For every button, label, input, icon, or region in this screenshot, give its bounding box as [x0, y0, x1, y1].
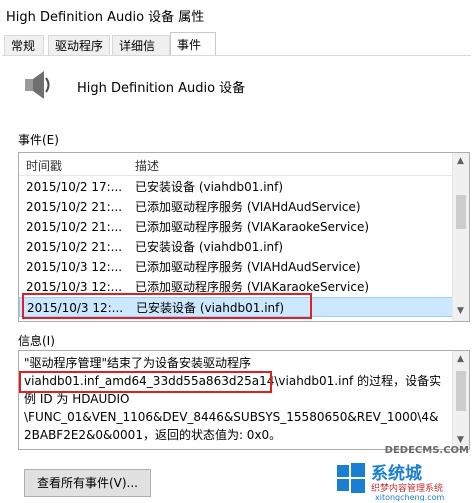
event-time: 2015/10/2 21:... [26, 220, 123, 234]
tab-driver[interactable]: 驱动程序 [48, 35, 110, 55]
device-name: High Definition Audio 设备 [77, 81, 246, 96]
event-row[interactable]: 2015/10/3 12:... 已添加驱动程序服务 (VIAHdAudServ… [19, 257, 454, 277]
info-text: "驱动程序管理"结束了为设备安装驱动程序 viahdb01.inf_amd64_… [24, 354, 444, 444]
scroll-thumb[interactable] [456, 195, 466, 229]
tab-events[interactable]: 事件 [170, 32, 216, 56]
watermark-url: xitongcheng.com [375, 493, 445, 501]
events-label: 事件(E) [18, 133, 59, 147]
speaker-icon [25, 71, 50, 99]
window-title: High Definition Audio 设备 属性 [6, 10, 205, 25]
event-description: 已添加驱动程序服务 (VIAKaraokeService) [135, 220, 370, 234]
event-time: 2015/10/3 12:... [26, 260, 123, 274]
column-header-timestamp[interactable]: 时间戳 [26, 157, 62, 174]
red-highlight-box [19, 371, 272, 393]
event-row[interactable]: 2015/10/2 21:... 已添加驱动程序服务 (VIAHdAudServ… [19, 197, 454, 217]
info-line-2-rest: \viahdb01.inf 的过程，设备实 [274, 374, 442, 388]
scroll-down-icon[interactable]: ▼ [457, 306, 464, 316]
red-highlight-box [22, 293, 312, 319]
tab-general[interactable]: 常规 [4, 35, 44, 55]
event-description: 已安装设备 (viahdb01.inf) [135, 240, 284, 254]
info-scrollbar[interactable]: ▲ ▼ [452, 351, 469, 449]
title-bar: High Definition Audio 设备 属性 [0, 0, 473, 30]
event-description: 已安装设备 (viahdb01.inf) [135, 180, 284, 194]
event-time: 2015/10/2 21:... [26, 200, 123, 214]
tab-details[interactable]: 详细信息 [112, 35, 170, 73]
info-text-box[interactable]: "驱动程序管理"结束了为设备安装驱动程序 viahdb01.inf_amd64_… [18, 350, 470, 450]
event-row[interactable]: 2015/10/2 17:... 已安装设备 (viahdb01.inf) [19, 177, 454, 197]
events-scrollbar[interactable]: ▲ ▼ [452, 153, 469, 321]
event-row[interactable]: 2015/10/2 21:... 已安装设备 (viahdb01.inf) [19, 237, 454, 257]
watermark-brand: 系统城 [371, 463, 422, 484]
info-line-4: \FUNC_01&VEN_1106&DEV_8446&SUBSYS_155806… [24, 410, 439, 424]
event-description: 已添加驱动程序服务 (VIAHdAudService) [135, 200, 361, 214]
event-row[interactable]: 2015/10/2 21:... 已添加驱动程序服务 (VIAKaraokeSe… [19, 217, 454, 237]
scroll-up-icon[interactable]: ▲ [457, 354, 464, 364]
windows-logo-icon [337, 463, 365, 493]
watermark-domain: DEDECMS.COM [384, 445, 469, 456]
event-description: 已添加驱动程序服务 (VIAHdAudService) [135, 260, 361, 274]
watermark-logo: 系统城 织梦内容管理系统 xitongcheng.com [337, 463, 445, 501]
scroll-down-icon[interactable]: ▼ [457, 435, 464, 445]
scroll-thumb[interactable] [456, 371, 466, 411]
info-line-1: "驱动程序管理"结束了为设备安装驱动程序 [24, 356, 252, 370]
info-label: 信息(I) [18, 334, 55, 348]
scroll-up-icon[interactable]: ▲ [457, 156, 464, 166]
event-time: 2015/10/2 17:... [26, 180, 123, 194]
events-header: 时间戳 描述 [19, 153, 454, 176]
view-all-events-button[interactable]: 查看所有事件(V)... [24, 469, 151, 497]
event-time: 2015/10/2 21:... [26, 240, 123, 254]
column-header-description[interactable]: 描述 [135, 157, 159, 174]
tab-strip: 常规 驱动程序 详细信息 事件 [0, 30, 473, 73]
info-line-5: 2BABF2E2&0&0001，返回的状态值为: 0x0。 [24, 428, 282, 442]
